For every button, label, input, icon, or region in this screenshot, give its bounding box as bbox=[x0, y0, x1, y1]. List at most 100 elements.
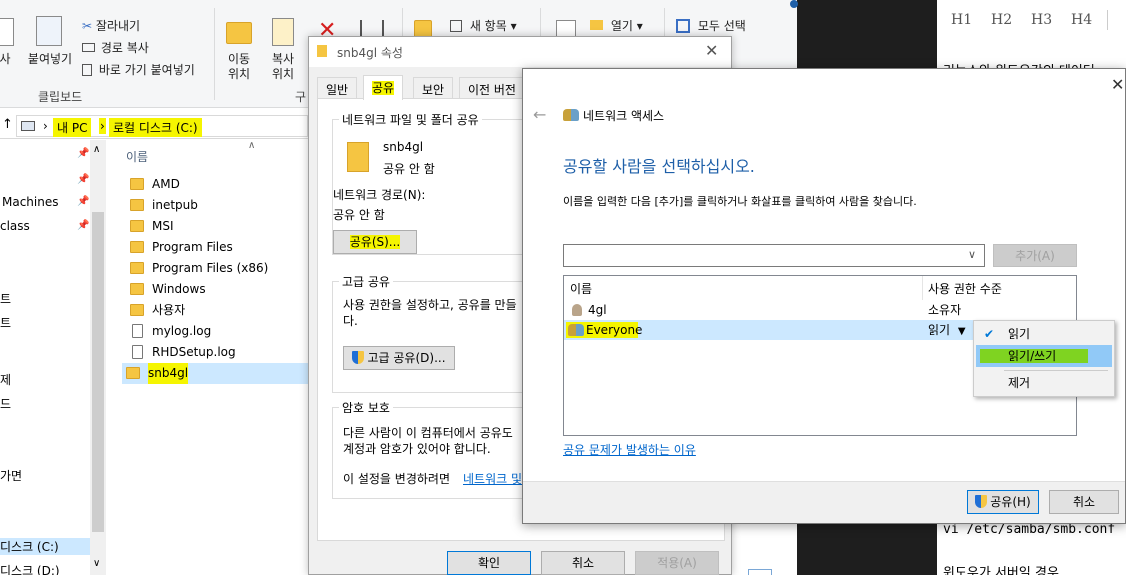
advanced-share-desc2: 다. bbox=[343, 314, 358, 328]
column-divider bbox=[922, 276, 923, 300]
user-icon bbox=[572, 304, 582, 316]
open-button[interactable]: 열기 ▾ bbox=[590, 17, 643, 34]
scrollbar-thumb[interactable] bbox=[92, 212, 104, 532]
tab-sharing[interactable]: 공유 bbox=[363, 75, 404, 100]
file-row[interactable]: RHDSetup.log bbox=[126, 342, 308, 363]
address-bar: ↑ › 내 PC › 로컬 디스크 (C:) bbox=[0, 113, 308, 139]
advanced-share-group-title: 고급 공유 bbox=[339, 273, 393, 290]
close-icon[interactable]: ✕ bbox=[705, 41, 718, 60]
file-icon bbox=[132, 345, 143, 359]
nav-scrollbar[interactable]: ∧ ∨ bbox=[90, 140, 106, 575]
file-row[interactable]: Program Files (x86) bbox=[126, 258, 308, 279]
nav-item-c-drive[interactable]: 디스크 (C:) bbox=[0, 538, 90, 555]
move-to-button[interactable]: 이동 위치 bbox=[216, 52, 262, 82]
address-box[interactable]: › 내 PC › 로컬 디스크 (C:) bbox=[16, 115, 308, 137]
paste-button[interactable]: 붙여넣기 bbox=[24, 52, 76, 67]
file-name: MSI bbox=[152, 219, 174, 233]
ok-button[interactable]: 확인 bbox=[447, 551, 531, 575]
folder-icon bbox=[126, 367, 140, 379]
nav-item-1[interactable]: 트 bbox=[0, 290, 11, 307]
nav-item-3[interactable]: 제 bbox=[0, 371, 11, 388]
scroll-up-icon[interactable]: ∧ bbox=[93, 144, 100, 155]
back-arrow-icon[interactable]: ← bbox=[533, 105, 546, 124]
column-header-name[interactable]: 이름 bbox=[570, 280, 592, 297]
nav-item-d-drive[interactable]: 디스크 (D:) bbox=[0, 562, 60, 575]
paste-shortcut-button[interactable]: 바로 가기 붙여넣기 bbox=[82, 61, 195, 78]
up-arrow-icon[interactable]: ↑ bbox=[2, 117, 13, 132]
copy-path-label: 경로 복사 bbox=[100, 41, 149, 55]
file-row[interactable]: MSI bbox=[126, 216, 308, 237]
clipboard-icon bbox=[0, 18, 14, 46]
scroll-down-icon[interactable]: ∨ bbox=[93, 558, 100, 569]
cancel-button[interactable]: 취소 bbox=[1049, 490, 1119, 514]
close-icon[interactable]: ✕ bbox=[1111, 75, 1124, 94]
open-folder-icon bbox=[590, 20, 603, 30]
tab-security[interactable]: 보안 bbox=[413, 77, 454, 99]
menu-item-remove[interactable]: 제거 bbox=[976, 372, 1112, 394]
cut-button[interactable]: ✂ 잘라내기 bbox=[82, 17, 140, 34]
list-item-name: Everyone bbox=[586, 323, 643, 337]
share-button[interactable]: 공유(H) bbox=[967, 490, 1039, 514]
nav-item-4[interactable]: 드 bbox=[0, 395, 11, 412]
cancel-button[interactable]: 취소 bbox=[541, 551, 625, 575]
file-row[interactable]: Windows bbox=[126, 279, 308, 300]
tab-previous-versions[interactable]: 이전 버전 bbox=[459, 77, 525, 99]
breadcrumb-local-disk[interactable]: 로컬 디스크 (C:) bbox=[109, 118, 202, 137]
network-center-link[interactable]: 네트워크 및 bbox=[463, 470, 522, 487]
nav-item-5[interactable]: 가면 bbox=[0, 467, 22, 484]
advanced-share-desc: 사용 권한을 설정하고, 공유를 만들 bbox=[343, 298, 517, 312]
properties-titlebar: snb4gl 속성 ✕ bbox=[309, 37, 731, 67]
heading-h2-button[interactable]: H2 bbox=[991, 12, 1012, 28]
file-row[interactable]: snb4gl bbox=[122, 363, 308, 384]
list-item[interactable]: 4gl 소유자 bbox=[564, 300, 1076, 320]
file-row[interactable]: Program Files bbox=[126, 237, 308, 258]
add-button[interactable]: 추가(A) bbox=[993, 244, 1077, 267]
heading-h3-button[interactable]: H3 bbox=[1031, 12, 1052, 28]
pin-icon[interactable]: 📌 bbox=[77, 148, 89, 159]
blog-text-line-2[interactable]: 윈도우가 서버일 경우 bbox=[943, 562, 1059, 575]
select-all-button[interactable]: 모두 선택 bbox=[676, 17, 746, 34]
password-change-text: 이 설정을 변경하려면 bbox=[343, 472, 450, 486]
user-combo-box[interactable]: ∨ bbox=[563, 244, 985, 267]
pin-icon[interactable]: 📌 bbox=[77, 196, 89, 207]
password-desc2: 계정과 암호가 있어야 합니다. bbox=[343, 442, 491, 456]
file-row[interactable]: mylog.log bbox=[126, 321, 308, 342]
move-to-icon bbox=[226, 22, 252, 44]
nav-item-machines[interactable]: Machines bbox=[2, 195, 58, 209]
copy-to-button[interactable]: 복사 위치 bbox=[262, 52, 304, 82]
network-access-dialog: ✕ ← 네트워크 액세스 공유할 사람을 선택하십시오. 이름을 입력한 다음 … bbox=[522, 68, 1126, 524]
file-name: Program Files bbox=[152, 240, 233, 254]
new-item-button[interactable]: 새 항목 ▾ bbox=[450, 17, 517, 34]
ribbon-left-partial[interactable]: 사 bbox=[0, 52, 16, 67]
folder-icon bbox=[130, 304, 144, 316]
apply-button[interactable]: 적용(A) bbox=[635, 551, 719, 575]
dialog-footer: 공유(H) 취소 bbox=[523, 481, 1125, 523]
column-header-name[interactable]: 이름 bbox=[126, 148, 148, 165]
copy-path-icon bbox=[82, 43, 95, 52]
file-row[interactable]: 사용자 bbox=[126, 300, 308, 321]
file-row[interactable]: inetpub bbox=[126, 195, 308, 216]
menu-item-read-write[interactable]: 읽기/쓰기 bbox=[976, 345, 1112, 367]
file-row[interactable]: AMD bbox=[126, 174, 308, 195]
permission-dropdown[interactable]: 읽기 ▼ bbox=[928, 320, 966, 342]
advanced-share-button[interactable]: 고급 공유(D)... bbox=[343, 346, 455, 370]
heading-h1-button[interactable]: H1 bbox=[951, 12, 972, 28]
blog-code-line[interactable]: vi /etc/samba/smb.conf bbox=[943, 522, 1115, 537]
column-header-permission[interactable]: 사용 권한 수준 bbox=[928, 280, 1002, 297]
heading-h4-button[interactable]: H4 bbox=[1071, 12, 1092, 28]
tab-general[interactable]: 일반 bbox=[317, 77, 358, 99]
nav-item-2[interactable]: 트 bbox=[0, 314, 11, 331]
copy-path-button[interactable]: 경로 복사 bbox=[82, 39, 149, 56]
file-list: ∧ 이름 AMD inetpub MSI Program Files Program F… bbox=[106, 140, 308, 575]
file-name: mylog.log bbox=[152, 324, 212, 338]
dropdown-arrow-icon: ▾ bbox=[510, 19, 517, 33]
share-button[interactable]: 공유(S)... bbox=[333, 230, 417, 254]
menu-item-read[interactable]: ✔ 읽기 bbox=[976, 323, 1112, 345]
network-path-label: 네트워크 경로(N): bbox=[333, 188, 426, 202]
chevron-down-icon[interactable]: ∨ bbox=[968, 248, 976, 261]
breadcrumb-this-pc[interactable]: 내 PC bbox=[53, 118, 92, 137]
nav-item-class[interactable]: class bbox=[0, 219, 30, 233]
pin-icon[interactable]: 📌 bbox=[77, 220, 89, 231]
sharing-help-link[interactable]: 공유 문제가 발생하는 이유 bbox=[563, 441, 696, 458]
pin-icon[interactable]: 📌 bbox=[77, 174, 89, 185]
